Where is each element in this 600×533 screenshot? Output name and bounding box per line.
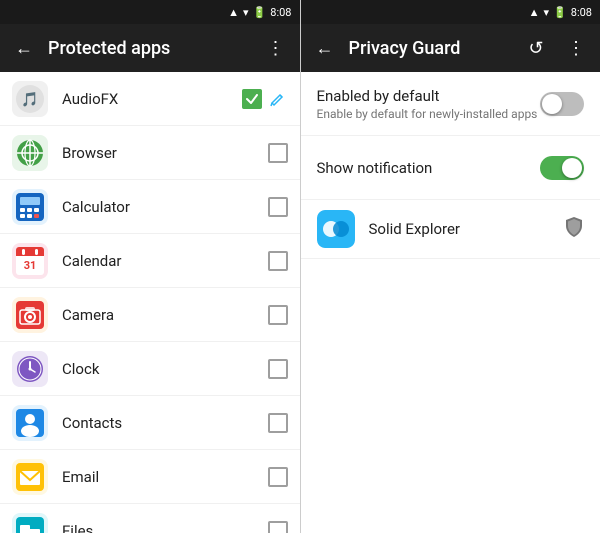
app-icon-calculator bbox=[12, 189, 48, 225]
app-control-files bbox=[268, 521, 288, 533]
checkbox-email[interactable] bbox=[268, 467, 288, 487]
signal-icon: ▲ bbox=[228, 6, 239, 19]
app-item-clock[interactable]: Clock bbox=[0, 342, 300, 396]
right-more-button[interactable]: ⋮ bbox=[560, 32, 592, 64]
right-back-button[interactable]: ← bbox=[309, 32, 341, 64]
settings-title-show-notification: Show notification bbox=[317, 159, 541, 177]
checkbox-audiofx[interactable] bbox=[242, 89, 262, 109]
svg-text:🎵: 🎵 bbox=[21, 91, 38, 108]
checkbox-calculator[interactable] bbox=[268, 197, 288, 217]
app-icon-audiofx: 🎵 bbox=[12, 81, 48, 117]
app-name-email: Email bbox=[62, 468, 268, 486]
left-back-button[interactable]: ← bbox=[8, 32, 40, 64]
app-item-email[interactable]: Email bbox=[0, 450, 300, 504]
toggle-thumb-show-notification bbox=[562, 158, 582, 178]
toggle-enabled-default[interactable] bbox=[540, 92, 584, 116]
app-icon-calendar: 31 bbox=[12, 243, 48, 279]
shield-icon-solid-explorer bbox=[564, 216, 584, 243]
app-control-contacts bbox=[268, 413, 288, 433]
app-name-files: Files bbox=[62, 522, 268, 533]
settings-title-enabled-default: Enabled by default bbox=[317, 87, 541, 105]
app-row-icon-solid-explorer bbox=[317, 210, 355, 248]
settings-item-show-notification[interactable]: Show notification bbox=[301, 136, 600, 200]
app-icon-browser bbox=[12, 135, 48, 171]
left-toolbar-title: Protected apps bbox=[48, 38, 252, 59]
app-control-browser bbox=[268, 143, 288, 163]
app-row-solid-explorer[interactable]: Solid Explorer bbox=[301, 200, 600, 259]
right-wifi-icon: ▾ bbox=[544, 6, 550, 19]
app-name-clock: Clock bbox=[62, 360, 268, 378]
checkbox-files[interactable] bbox=[268, 521, 288, 533]
app-icon-email bbox=[12, 459, 48, 495]
app-name-audiofx: AudioFX bbox=[62, 90, 242, 108]
app-list: 🎵 AudioFX Browser Calculator 31 Calendar Camer… bbox=[0, 72, 300, 533]
app-item-files[interactable]: Files bbox=[0, 504, 300, 533]
right-panel: ▲ ▾ 🔋 8:08 ← Privacy Guard ↺ ⋮ Enabled b… bbox=[301, 0, 600, 533]
app-icon-contacts bbox=[12, 405, 48, 441]
app-control-calendar bbox=[268, 251, 288, 271]
settings-list: Enabled by default Enable by default for … bbox=[301, 72, 600, 533]
edit-icon-audiofx[interactable] bbox=[268, 89, 288, 109]
svg-text:31: 31 bbox=[24, 259, 37, 272]
app-control-calculator bbox=[268, 197, 288, 217]
right-status-bar: ▲ ▾ 🔋 8:08 bbox=[301, 0, 600, 24]
checkbox-clock[interactable] bbox=[268, 359, 288, 379]
left-panel: ▲ ▾ 🔋 8:08 ← Protected apps ⋮ 🎵 AudioFX Br… bbox=[0, 0, 301, 533]
right-toolbar-title: Privacy Guard bbox=[349, 38, 513, 59]
app-row-name-solid-explorer: Solid Explorer bbox=[369, 220, 565, 238]
settings-item-enabled-default[interactable]: Enabled by default Enable by default for … bbox=[301, 72, 600, 136]
app-item-camera[interactable]: Camera bbox=[0, 288, 300, 342]
app-icon-clock bbox=[12, 351, 48, 387]
left-toolbar: ← Protected apps ⋮ bbox=[0, 24, 300, 72]
app-item-browser[interactable]: Browser bbox=[0, 126, 300, 180]
checkbox-contacts[interactable] bbox=[268, 413, 288, 433]
app-name-calendar: Calendar bbox=[62, 252, 268, 270]
left-more-button[interactable]: ⋮ bbox=[260, 32, 292, 64]
settings-text-enabled-default: Enabled by default Enable by default for … bbox=[317, 87, 541, 121]
app-item-contacts[interactable]: Contacts bbox=[0, 396, 300, 450]
right-battery-icon: 🔋 bbox=[553, 6, 567, 19]
right-history-button[interactable]: ↺ bbox=[520, 32, 552, 64]
app-name-camera: Camera bbox=[62, 306, 268, 324]
battery-icon: 🔋 bbox=[253, 6, 267, 19]
app-item-calculator[interactable]: Calculator bbox=[0, 180, 300, 234]
app-name-contacts: Contacts bbox=[62, 414, 268, 432]
toggle-thumb-enabled-default bbox=[542, 94, 562, 114]
app-name-calculator: Calculator bbox=[62, 198, 268, 216]
right-toolbar: ← Privacy Guard ↺ ⋮ bbox=[301, 24, 600, 72]
settings-subtitle-enabled-default: Enable by default for newly-installed ap… bbox=[317, 107, 541, 121]
app-name-browser: Browser bbox=[62, 144, 268, 162]
wifi-icon: ▾ bbox=[243, 6, 249, 19]
checkbox-camera[interactable] bbox=[268, 305, 288, 325]
app-control-clock bbox=[268, 359, 288, 379]
checkbox-calendar[interactable] bbox=[268, 251, 288, 271]
app-item-audiofx[interactable]: 🎵 AudioFX bbox=[0, 72, 300, 126]
app-icon-files bbox=[12, 513, 48, 533]
app-control-audiofx bbox=[242, 89, 288, 109]
app-item-calendar[interactable]: 31 Calendar bbox=[0, 234, 300, 288]
left-time: 8:08 bbox=[270, 6, 291, 19]
right-signal-icon: ▲ bbox=[529, 6, 540, 19]
checkbox-browser[interactable] bbox=[268, 143, 288, 163]
app-icon-camera bbox=[12, 297, 48, 333]
app-control-email bbox=[268, 467, 288, 487]
app-control-camera bbox=[268, 305, 288, 325]
toggle-show-notification[interactable] bbox=[540, 156, 584, 180]
left-status-bar: ▲ ▾ 🔋 8:08 bbox=[0, 0, 300, 24]
settings-text-show-notification: Show notification bbox=[317, 159, 541, 177]
right-time: 8:08 bbox=[571, 6, 592, 19]
